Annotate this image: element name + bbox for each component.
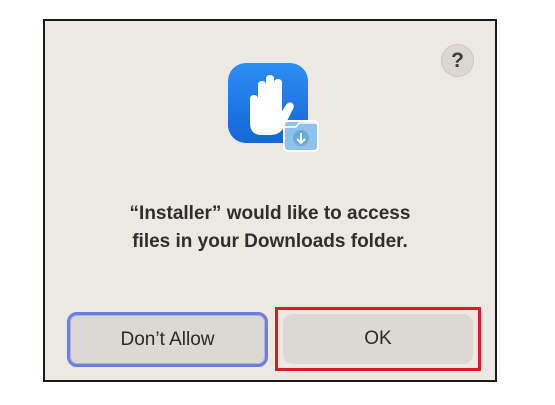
dont-allow-label: Don’t Allow — [120, 328, 215, 350]
help-button[interactable]: ? — [441, 44, 474, 77]
message-line-1: “Installer” would like to access — [129, 203, 411, 224]
privacy-hand-downloads-icon — [228, 63, 319, 152]
permission-message: “Installer” would like to access files i… — [60, 200, 480, 256]
dont-allow-button[interactable]: Don’t Allow — [67, 312, 268, 367]
message-line-2: files in your Downloads folder. — [132, 231, 408, 252]
ok-highlight-box — [275, 307, 481, 371]
help-label: ? — [451, 48, 464, 72]
